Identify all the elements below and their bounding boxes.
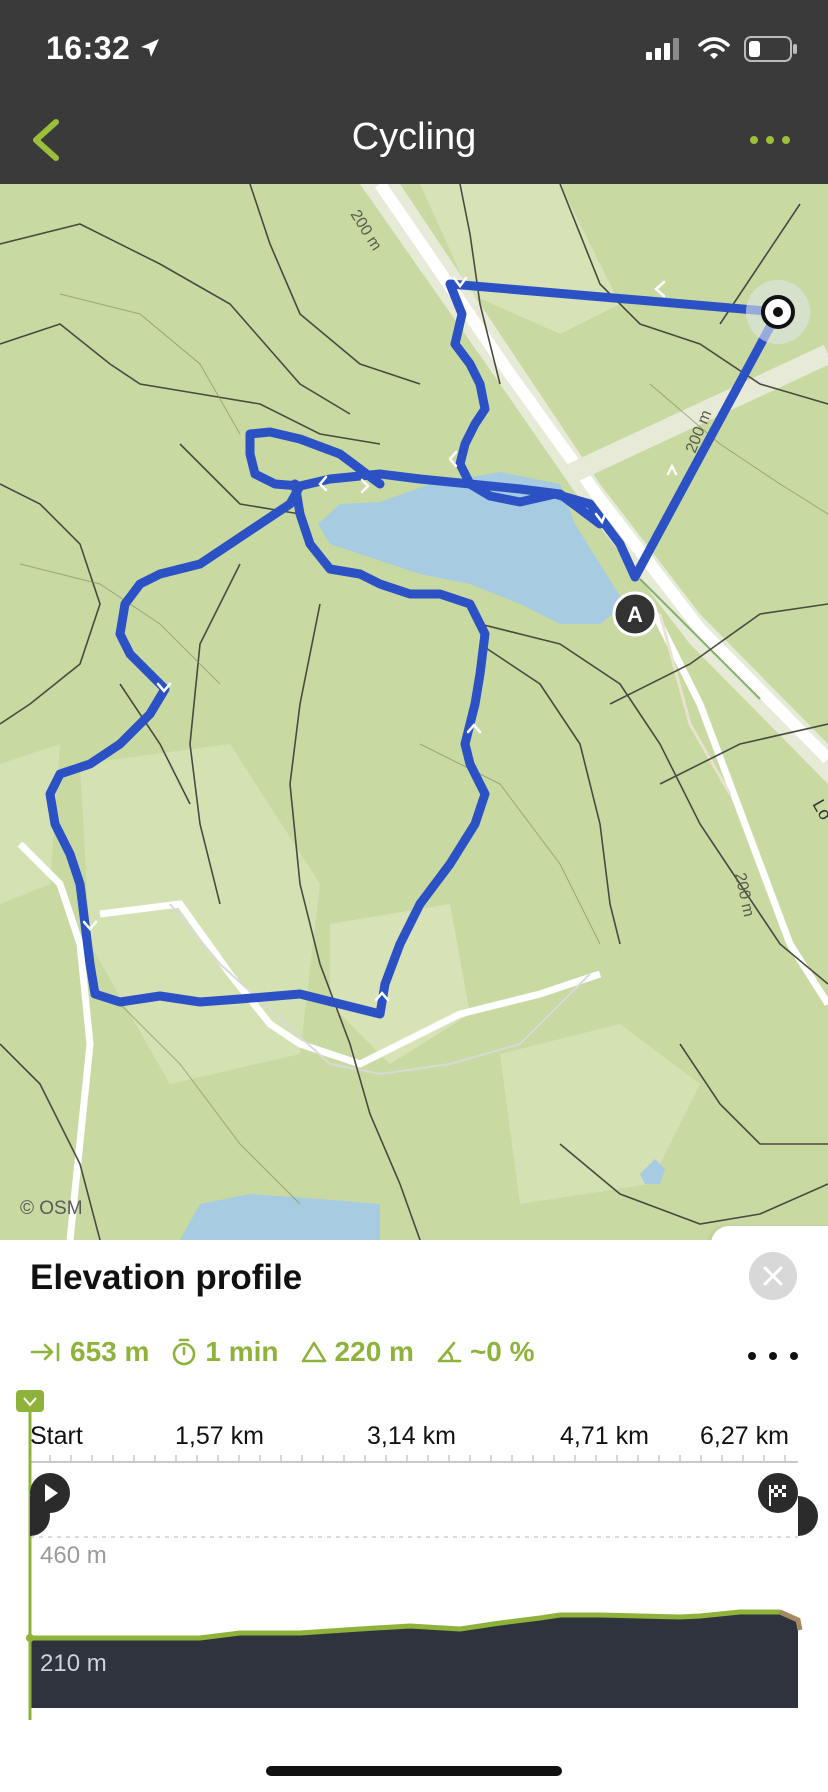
- grid-label-upper: 460 m: [40, 1542, 107, 1569]
- position-cursor-handle[interactable]: [16, 1390, 44, 1412]
- top-bar: 16:32 Cycling: [0, 0, 828, 184]
- start-flag-icon: [30, 1473, 70, 1536]
- map-canvas[interactable]: 200 m 200 m 200 m Lo A: [0, 184, 828, 1240]
- map-view[interactable]: 200 m 200 m 200 m Lo A: [0, 184, 828, 1240]
- more-dots-icon: [750, 136, 790, 144]
- location-arrow-icon: [141, 39, 159, 57]
- contour-label: 200 m: [731, 871, 757, 918]
- home-indicator[interactable]: [266, 1766, 562, 1776]
- signal-icon: [646, 38, 679, 60]
- status-time: 16:32: [46, 30, 131, 66]
- more-options-button[interactable]: [740, 118, 800, 162]
- grid-label-lower: 210 m: [40, 1650, 107, 1677]
- elevation-panel: Elevation profile 653 m 1 min 220 m ~0 %…: [0, 1240, 828, 1792]
- battery-icon: [744, 36, 797, 62]
- route-end-marker[interactable]: [746, 280, 810, 344]
- wifi-icon: [698, 37, 730, 59]
- map-controls: [711, 1226, 828, 1240]
- page-title: Cycling: [351, 116, 477, 158]
- elevation-chart[interactable]: [0, 1240, 828, 1792]
- contour-label: 200 m: [347, 207, 385, 254]
- layers-button[interactable]: [711, 1226, 828, 1240]
- finish-flag-icon: [758, 1473, 818, 1536]
- route-start-marker[interactable]: A: [612, 591, 658, 637]
- status-icons: [646, 36, 798, 62]
- map-credit[interactable]: © OSM: [20, 1198, 83, 1220]
- start-marker-label: A: [627, 602, 643, 627]
- street-label: Lo: [809, 796, 828, 823]
